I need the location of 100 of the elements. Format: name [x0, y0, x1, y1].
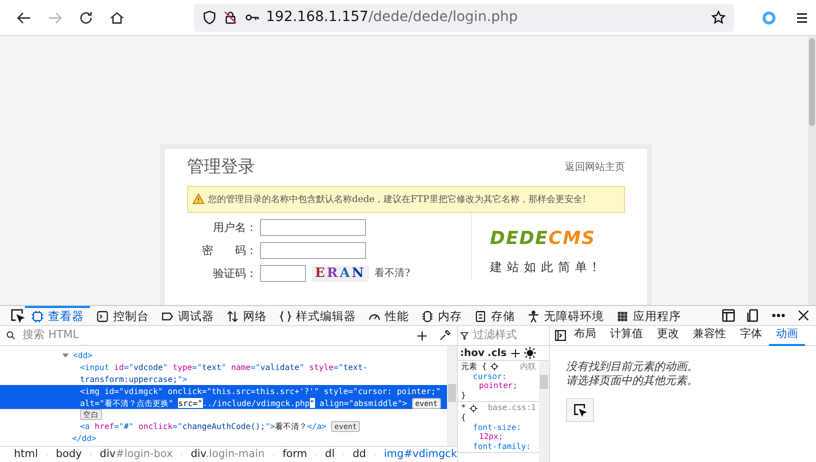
input-field[interactable]: [260, 219, 366, 236]
gear-icon[interactable]: [468, 404, 478, 413]
devtools-tab[interactable]: 查看器: [25, 306, 90, 325]
sidebar-tab[interactable]: 更改: [650, 326, 686, 346]
warning-text: 您的管理目录的名称中包含默认名称dede，建议在FTP里把它修改为其它名称，那样会更安全!: [208, 192, 586, 206]
field-label: 用户名：: [212, 220, 257, 236]
chip-icon: [421, 310, 434, 323]
home-link[interactable]: 返回网站主页: [565, 160, 625, 176]
css-property: font-size:: [473, 422, 522, 432]
plus-icon[interactable]: [510, 348, 521, 358]
devtools-tab[interactable]: 网络: [220, 306, 273, 325]
page-title: 管理登录: [187, 156, 255, 179]
rule-selector: *: [461, 403, 466, 413]
chevron-icon: [88, 450, 93, 458]
chevron-icon: [314, 450, 318, 458]
breadcrumb-item[interactable]: html: [14, 447, 38, 462]
empty-message: 没有找到目前元素的动画。 请选择页面中的其他元素。: [565, 359, 699, 388]
accessibility-icon: [527, 310, 540, 323]
refresh-captcha-link[interactable]: 看不清?: [374, 266, 410, 282]
css-value: pointer;: [479, 381, 518, 390]
arrows-icon: [226, 310, 239, 323]
html-node[interactable]: <dd>: [73, 349, 92, 361]
logo: DEDECMS: [490, 227, 597, 252]
address-bar[interactable]: 192.168.1.157/dede/dede/login.php: [194, 4, 734, 32]
chevron-icon: [272, 450, 276, 458]
warning-icon: [192, 193, 205, 206]
pick-element-button[interactable]: [566, 398, 594, 422]
plus-icon[interactable]: [416, 328, 428, 342]
sidebar-tab[interactable]: 布局: [567, 326, 603, 346]
slogan: 建站如此简单!: [490, 259, 602, 276]
sidebar-toggle-icon[interactable]: [554, 329, 567, 342]
gear-icon[interactable]: [490, 362, 499, 372]
search-icon: [6, 330, 16, 341]
home-icon: [109, 10, 125, 26]
devtools-tab[interactable]: 应用程序: [610, 306, 687, 325]
devtools-tab[interactable]: 样式编辑器: [273, 306, 362, 325]
input-field[interactable]: [260, 242, 366, 260]
style-toggle[interactable]: :hov: [460, 346, 485, 360]
devtools-tab[interactable]: 无障碍环境: [521, 306, 610, 325]
breadcrumb-item[interactable]: img#vdimgck: [384, 447, 457, 462]
css-property: font-family:: [473, 442, 531, 451]
caret-down-icon[interactable]: [62, 352, 69, 359]
devtools-tab[interactable]: 性能: [362, 306, 415, 325]
field-label: 密 码：: [201, 242, 257, 259]
layout-icon[interactable]: [721, 308, 736, 323]
rule-source[interactable]: base.css:1: [488, 403, 536, 413]
chevron-icon: [342, 450, 346, 458]
back-icon: [16, 10, 32, 26]
chevron-icon: [180, 450, 184, 458]
filter-styles-field[interactable]: 过滤样式: [468, 327, 547, 344]
rule-source[interactable]: 内联: [520, 362, 536, 372]
html-node[interactable]: <input id="vdcode" type="text" name="validate" style="text-transform:uppercase;">: [80, 361, 441, 385]
picker-icon[interactable]: [10, 308, 25, 323]
console-icon: [96, 310, 109, 323]
lock-slash-icon: [223, 10, 238, 25]
filter-icon: [460, 330, 469, 340]
chevron-icon: [44, 450, 49, 458]
style-toggle[interactable]: .cls: [488, 346, 507, 360]
rule-selector: 元素 {: [461, 362, 487, 372]
sun-icon[interactable]: [524, 347, 536, 359]
html-node[interactable]: </dd>: [72, 432, 96, 444]
forward-icon: [47, 10, 63, 26]
url-text: 192.168.1.157/dede/dede/login.php: [266, 8, 519, 27]
shield-icon: [202, 10, 217, 25]
reload-icon: [78, 10, 94, 26]
chevron-icon: [372, 450, 377, 458]
rule-brace: {: [461, 412, 467, 423]
devtools-tab[interactable]: 内存: [415, 306, 468, 325]
rule-brace: }: [461, 390, 467, 400]
picker-icon: [573, 403, 587, 417]
sidebar-tab[interactable]: 计算值: [603, 326, 650, 346]
breadcrumb-item[interactable]: dl: [325, 447, 335, 462]
breadcrumb-item[interactable]: body: [56, 447, 82, 462]
grid-icon: [616, 310, 629, 323]
storage-icon: [474, 310, 487, 323]
braces-icon: [279, 310, 292, 323]
devtools-tab[interactable]: 控制台: [90, 306, 155, 325]
sidebar-tab[interactable]: 兼容性: [686, 326, 733, 346]
breadcrumb-item[interactable]: form: [282, 447, 308, 462]
eyedropper-icon[interactable]: [439, 329, 451, 342]
sidebar-tab[interactable]: 动画: [769, 326, 805, 346]
scrollbar[interactable]: [539, 361, 549, 462]
captcha-field[interactable]: [260, 265, 306, 282]
breadcrumb-item[interactable]: dd: [352, 447, 366, 462]
star-icon[interactable]: [711, 10, 726, 25]
css-property: cursor:: [473, 372, 507, 381]
devtools-tab[interactable]: 调试器: [155, 306, 220, 325]
scrollbar[interactable]: [808, 36, 816, 305]
breadcrumb-item[interactable]: div.login-main: [190, 447, 265, 462]
dock-icon[interactable]: [746, 308, 761, 323]
breadcrumb-item[interactable]: div#login-box: [100, 447, 173, 462]
captcha-image: E RAN: [312, 266, 369, 282]
field-label: 验证码：: [212, 266, 257, 282]
sidebar-tab[interactable]: 字体: [733, 326, 769, 346]
scrollbar[interactable]: [447, 346, 457, 446]
css-value: 12px;: [479, 432, 504, 442]
close-icon[interactable]: [796, 308, 811, 323]
devtools-tab[interactable]: 存储: [468, 306, 521, 325]
search-html-field[interactable]: 搜索 HTML: [18, 327, 414, 344]
tag-shape-icon: [161, 310, 174, 323]
